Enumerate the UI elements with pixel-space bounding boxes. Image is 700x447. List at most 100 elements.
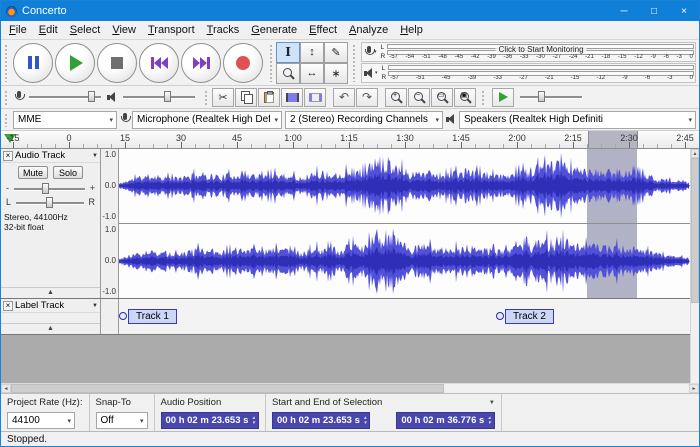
meter-toolbar-grip[interactable]	[351, 43, 356, 82]
scroll-right-icon[interactable]: ►	[689, 384, 699, 393]
zoom-tool-button[interactable]	[276, 63, 300, 84]
selection-start-field[interactable]: 00 h 02 m 23.653 s▴▾	[272, 412, 370, 429]
transport-toolbar-grip[interactable]	[3, 43, 8, 82]
menu-effect[interactable]: Effect	[303, 22, 343, 38]
maximize-button[interactable]: □	[639, 1, 669, 21]
spinner-icon[interactable]: ▴▾	[364, 416, 367, 425]
stop-button[interactable]	[97, 43, 137, 83]
recording-volume-slider[interactable]	[27, 90, 103, 104]
recording-meter-body[interactable]: Click to Start Monitoring -57-54-51-48-4…	[387, 43, 695, 61]
skip-to-end-button[interactable]	[181, 43, 221, 83]
scroll-up-icon[interactable]: ▲	[691, 149, 699, 158]
playspeed-toolbar-grip[interactable]	[480, 89, 485, 105]
device-toolbar-grip[interactable]	[3, 112, 8, 127]
pan-left-label: L	[6, 197, 11, 207]
fit-selection-button[interactable]: ▭	[431, 88, 453, 107]
spinner-icon[interactable]: ▴▾	[488, 416, 491, 425]
silence-audio-button[interactable]	[304, 88, 326, 107]
spinner-icon[interactable]: ▴▾	[252, 416, 255, 425]
multi-tool-button[interactable]: ∗	[324, 63, 348, 84]
project-rate-select[interactable]: 44100▾	[7, 412, 75, 429]
paste-button[interactable]	[258, 88, 280, 107]
menu-edit[interactable]: Edit	[33, 22, 64, 38]
play-speed-slider[interactable]	[518, 90, 584, 104]
fit-project-button[interactable]: ▣	[454, 88, 476, 107]
envelope-tool-button[interactable]: ↕	[300, 42, 324, 63]
menu-select[interactable]: Select	[64, 22, 107, 38]
menu-analyze[interactable]: Analyze	[343, 22, 394, 38]
track-collapse-button[interactable]: ▲	[1, 287, 100, 298]
play-button[interactable]	[55, 43, 95, 83]
label-text[interactable]: Track 2	[505, 309, 554, 324]
monitoring-hint[interactable]: Click to Start Monitoring	[496, 45, 587, 54]
track-collapse-button[interactable]: ▲	[1, 323, 100, 334]
menu-generate[interactable]: Generate	[245, 22, 303, 38]
label-track-1[interactable]: Track 1	[119, 308, 177, 324]
solo-button[interactable]: Solo	[53, 166, 83, 179]
recording-device-select[interactable]: Microphone (Realtek High Defini▾	[132, 111, 282, 129]
mixer-toolbar-grip[interactable]	[3, 89, 8, 105]
meter-menu-caret-icon[interactable]: ▾	[375, 70, 378, 76]
timeline-ruler[interactable]: -1501530451:001:151:301:452:002:152:302:…	[1, 131, 699, 149]
label-handle-icon[interactable]	[496, 312, 504, 320]
timeline-tick	[517, 142, 518, 148]
redo-button[interactable]: ↷	[356, 88, 378, 107]
vertical-scale-ruler[interactable]: 1.00.0-1.01.00.0-1.0	[101, 149, 119, 298]
waveform[interactable]	[119, 149, 690, 298]
copy-button[interactable]	[235, 88, 257, 107]
label-text[interactable]: Track 1	[128, 309, 177, 324]
playback-device-select[interactable]: Speakers (Realtek High Definiti▾	[459, 111, 696, 129]
draw-tool-button[interactable]: ✎	[324, 42, 348, 63]
vertical-scroll-thumb[interactable]	[691, 158, 699, 303]
audio-position-field[interactable]: 00 h 02 m 23.653 s▴▾	[161, 412, 259, 429]
close-button[interactable]: ×	[669, 1, 699, 21]
label-handle-icon[interactable]	[119, 312, 127, 320]
meter-scale-value: -3	[667, 75, 672, 82]
play-at-speed-button[interactable]	[492, 88, 514, 107]
recording-meter[interactable]: ▾ LR Click to Start Monitoring -57-54-51…	[361, 42, 696, 62]
scroll-left-icon[interactable]: ◄	[1, 384, 11, 393]
vertical-scrollbar[interactable]: ▲	[690, 149, 699, 383]
skip-to-start-button[interactable]	[139, 43, 179, 83]
trim-audio-button[interactable]	[281, 88, 303, 107]
audio-host-select[interactable]: MME▾	[13, 111, 117, 129]
menu-transport[interactable]: Transport	[142, 22, 201, 38]
menu-file[interactable]: File	[3, 22, 33, 38]
cut-button[interactable]: ✂	[212, 88, 234, 107]
minimize-button[interactable]: ─	[609, 1, 639, 21]
timeshift-tool-button[interactable]: ↔	[300, 63, 324, 84]
selection-range-label[interactable]: Start and End of Selection▼	[272, 396, 495, 409]
zoom-in-button[interactable]: +	[385, 88, 407, 107]
scale-value: -1.0	[102, 213, 116, 221]
menu-tracks[interactable]: Tracks	[201, 22, 246, 38]
snap-to-select[interactable]: Off▾	[96, 412, 148, 429]
selection-end-field[interactable]: 00 h 02 m 36.776 s▴▾	[396, 412, 494, 429]
track-title-menu[interactable]: Label Track	[15, 300, 90, 311]
label-track-content[interactable]: Track 1 Track 2	[119, 299, 690, 334]
track-title-menu[interactable]: Audio Track	[15, 150, 90, 161]
pan-slider[interactable]	[14, 196, 85, 209]
title-bar[interactable]: Concerto ─ □ ×	[1, 1, 699, 21]
gain-slider[interactable]	[12, 182, 87, 195]
playback-volume-slider[interactable]	[121, 90, 197, 104]
label-track-2[interactable]: Track 2	[496, 308, 554, 324]
pause-button[interactable]	[13, 43, 53, 83]
horizontal-scrollbar[interactable]: ◄ ►	[1, 383, 699, 393]
chevron-down-icon[interactable]: ▼	[92, 303, 98, 309]
track-close-button[interactable]: ×	[3, 301, 13, 311]
undo-button[interactable]: ↶	[333, 88, 355, 107]
chevron-down-icon[interactable]: ▼	[92, 153, 98, 159]
edit-toolbar-grip[interactable]	[203, 89, 208, 105]
tools-toolbar-grip[interactable]	[268, 43, 273, 82]
record-button[interactable]	[223, 43, 263, 83]
selection-tool-button[interactable]: I	[276, 42, 300, 63]
menu-view[interactable]: View	[106, 22, 142, 38]
recording-channels-select[interactable]: 2 (Stereo) Recording Channels▾	[285, 111, 443, 129]
timeline-tick	[69, 142, 70, 148]
mute-button[interactable]: Mute	[18, 166, 48, 179]
track-close-button[interactable]: ×	[3, 151, 13, 161]
playback-meter[interactable]: ▾ LR -57-51-45-39-33-27-21-15-12-9-6-30	[361, 63, 696, 83]
horizontal-scroll-thumb[interactable]	[11, 384, 444, 393]
zoom-out-button[interactable]: −	[408, 88, 430, 107]
menu-help[interactable]: Help	[394, 22, 429, 38]
